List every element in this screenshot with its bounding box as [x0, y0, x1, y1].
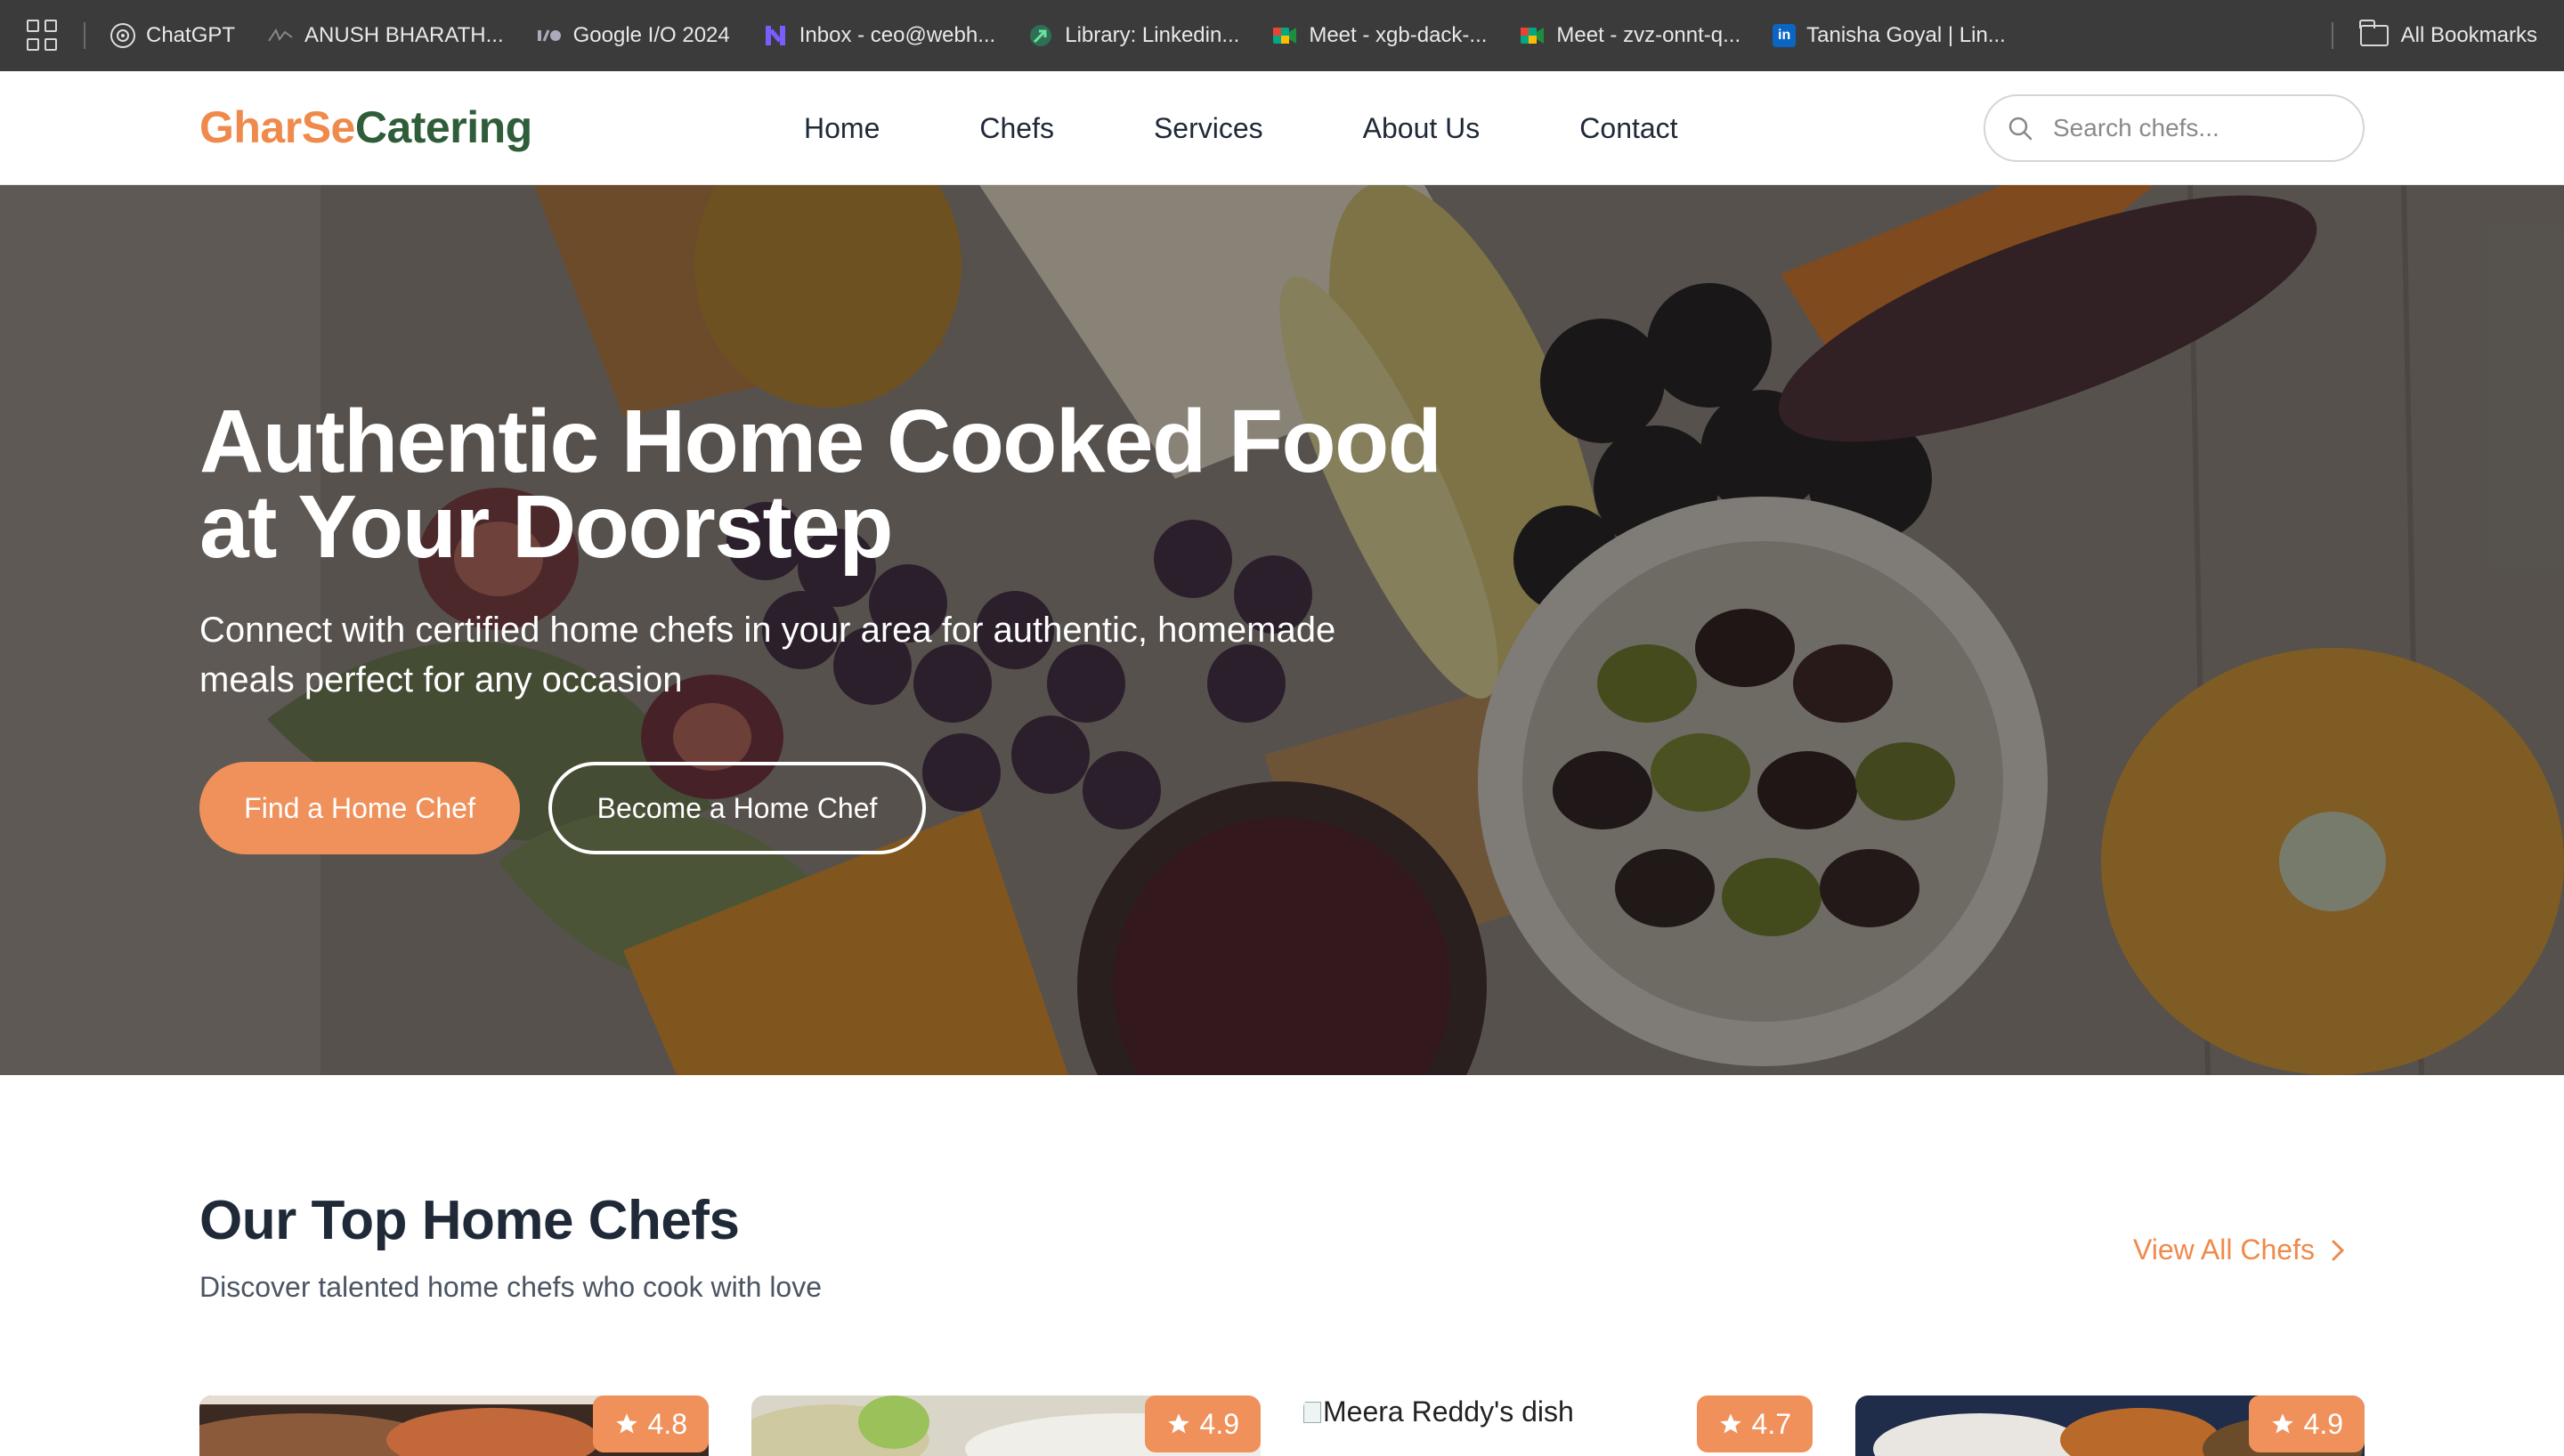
- bookmark-meet-1[interactable]: Meet - xgb-dack-...: [1271, 22, 1487, 49]
- logo-part-1: GharSe: [199, 102, 355, 152]
- find-home-chef-button[interactable]: Find a Home Chef: [199, 762, 520, 854]
- star-icon: [1719, 1413, 1741, 1434]
- hero-section: Authentic Home Cooked Food at Your Doors…: [0, 185, 2564, 1075]
- image-alt-text: Meera Reddy's dish: [1323, 1395, 1574, 1428]
- all-bookmarks-group: All Bookmarks: [2331, 20, 2537, 49]
- all-bookmarks-label: All Bookmarks: [2400, 23, 2537, 47]
- rating-badge: 4.9: [2248, 1395, 2365, 1452]
- chef-card[interactable]: 4.9: [1855, 1395, 2365, 1456]
- view-all-label: View All Chefs: [2133, 1234, 2315, 1266]
- divider: [2331, 22, 2333, 49]
- star-icon: [2271, 1413, 2293, 1434]
- site-logo[interactable]: GharSeCatering: [199, 101, 532, 153]
- folder-icon: [2359, 20, 2389, 46]
- rating-value: 4.8: [647, 1407, 687, 1440]
- bookmark-inbox[interactable]: Inbox - ceo@webh...: [762, 22, 995, 49]
- bookmark-label: Meet - xgb-dack-...: [1309, 23, 1488, 47]
- bookmark-chatgpt[interactable]: ChatGPT: [110, 23, 235, 48]
- bookmark-label: ANUSH BHARATH...: [304, 23, 504, 47]
- logo-part-2: Catering: [354, 102, 532, 152]
- chef-card[interactable]: 4.8: [199, 1395, 709, 1456]
- site-header: GharSeCatering Home Chefs Services About…: [0, 71, 2564, 185]
- view-all-chefs-link[interactable]: View All Chefs: [2133, 1234, 2345, 1266]
- bookmark-label: Tanisha Goyal | Lin...: [1806, 23, 2006, 47]
- nav-about-us[interactable]: About Us: [1363, 112, 1481, 145]
- signature-icon: [267, 22, 294, 49]
- nav-services[interactable]: Services: [1154, 112, 1263, 145]
- star-icon: [615, 1413, 637, 1434]
- bookmark-linkedin[interactable]: in Tanisha Goyal | Lin...: [1773, 23, 2006, 48]
- library-icon: [1027, 22, 1054, 49]
- bookmark-label: Library: Linkedin...: [1065, 23, 1240, 47]
- nav-contact[interactable]: Contact: [1579, 112, 1677, 145]
- nav-chefs[interactable]: Chefs: [979, 112, 1054, 145]
- broken-image-icon: [1303, 1401, 1321, 1423]
- inbox-icon: [762, 22, 789, 49]
- meet-icon: [1271, 22, 1298, 49]
- nav-home[interactable]: Home: [804, 112, 880, 145]
- chef-card[interactable]: 4.9: [751, 1395, 1261, 1456]
- io-icon: [536, 22, 563, 49]
- bookmark-anush[interactable]: ANUSH BHARATH...: [267, 22, 504, 49]
- bookmark-label: ChatGPT: [146, 23, 236, 47]
- rating-value: 4.7: [1751, 1407, 1791, 1440]
- search-box: [1984, 94, 2365, 162]
- hero-subtitle: Connect with certified home chefs in you…: [199, 611, 1336, 700]
- broken-image-alt: Meera Reddy's dish: [1303, 1395, 1574, 1428]
- section-subtitle: Discover talented home chefs who cook wi…: [199, 1271, 823, 1303]
- bookmark-google-io[interactable]: Google I/O 2024: [536, 22, 730, 49]
- rating-badge: 4.7: [1696, 1395, 1813, 1452]
- bookmark-label: Meet - zvz-onnt-q...: [1556, 23, 1741, 47]
- bookmark-library[interactable]: Library: Linkedin...: [1027, 22, 1239, 49]
- bookmark-label: Inbox - ceo@webh...: [799, 23, 996, 47]
- rating-value: 4.9: [1199, 1407, 1239, 1440]
- star-icon: [1167, 1413, 1189, 1434]
- chatgpt-icon: [110, 23, 135, 48]
- bookmark-label: Google I/O 2024: [572, 23, 730, 47]
- section-title: Our Top Home Chefs: [199, 1190, 740, 1251]
- chef-card[interactable]: Meera Reddy's dish 4.7: [1303, 1395, 1813, 1456]
- rating-value: 4.9: [2303, 1407, 2343, 1440]
- divider: [84, 22, 85, 49]
- hero-title: Authentic Home Cooked Food at Your Doors…: [199, 392, 1442, 577]
- bookmarks-bar: ChatGPT ANUSH BHARATH... Google I/O 2024…: [0, 0, 2564, 71]
- linkedin-icon: in: [1773, 24, 1797, 47]
- search-input[interactable]: [2053, 114, 2338, 142]
- rating-badge: 4.9: [1144, 1395, 1261, 1452]
- meet-icon: [1519, 22, 1546, 49]
- apps-grid-icon[interactable]: [27, 20, 59, 52]
- main-nav: Home Chefs Services About Us Contact: [804, 112, 1778, 145]
- all-bookmarks-button[interactable]: All Bookmarks: [2359, 20, 2537, 48]
- search-icon: [2008, 117, 2033, 141]
- bookmark-meet-2[interactable]: Meet - zvz-onnt-q...: [1519, 22, 1740, 49]
- become-home-chef-button[interactable]: Become a Home Chef: [548, 762, 926, 854]
- rating-badge: 4.8: [592, 1395, 709, 1452]
- chevron-right-icon: [2332, 1240, 2345, 1260]
